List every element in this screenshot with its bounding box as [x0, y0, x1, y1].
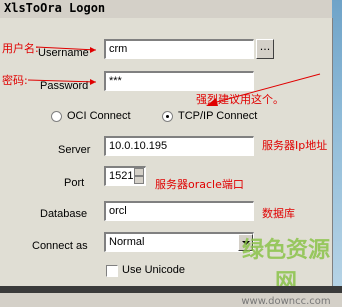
watermark-url: www.downcc.com [241, 296, 331, 307]
watermark: 绿色资源网 www.downcc.com [236, 232, 336, 307]
tcp-arrow [212, 73, 321, 104]
password-arrow [27, 79, 97, 83]
username-arrow [35, 46, 97, 51]
taskbar-edge [0, 286, 342, 293]
tcp-arrowhead [206, 98, 218, 106]
password-arrowhead [90, 79, 96, 85]
username-arrowhead [90, 47, 96, 53]
